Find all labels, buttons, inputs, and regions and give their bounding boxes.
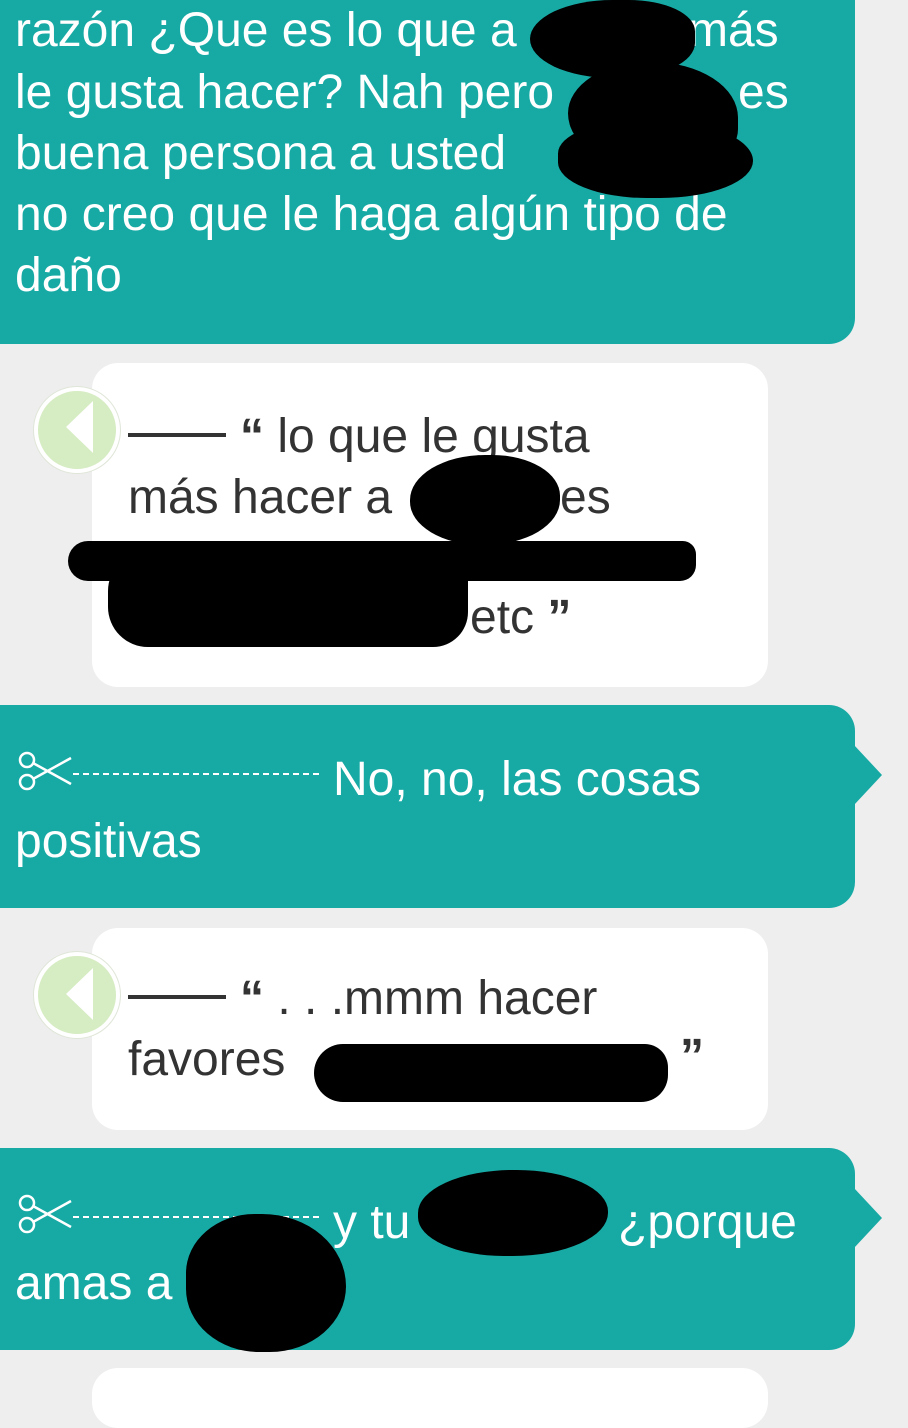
message-text: daño [15, 249, 122, 302]
redaction-mark [558, 120, 753, 198]
bubble-tail [854, 745, 882, 805]
message-text-segment: lo que le gusta [277, 410, 590, 463]
message-text: etc ” [470, 587, 571, 648]
message-text: buena persona a usted [15, 127, 507, 180]
cut-line [73, 773, 319, 776]
message-text: es [738, 66, 789, 119]
open-quote: “ [240, 972, 264, 1025]
scissors-icon [15, 746, 73, 807]
message-text: amas a [15, 1257, 173, 1310]
message-bubble-received[interactable] [92, 1368, 768, 1428]
message-bubble-sent[interactable]: y tu ¿porque amas a [0, 1148, 882, 1352]
message-text: “ . . .mmm hacer [128, 968, 597, 1029]
message-bubble-received[interactable]: “ lo que le gusta más hacer a es etc ” [34, 363, 768, 687]
message-bubble-sent[interactable]: razón ¿Que es lo que a más le gusta hace… [0, 0, 855, 344]
bubble-tail [66, 968, 93, 1020]
close-quote: ” [547, 591, 572, 644]
message-text-segment: y tu [333, 1196, 411, 1249]
message-bubble-received[interactable]: “ . . .mmm hacer favores ” [34, 928, 768, 1130]
redaction-mark [418, 1170, 608, 1256]
redaction-mark [410, 455, 560, 545]
redaction-mark [314, 1044, 668, 1102]
redaction-mark [186, 1214, 346, 1352]
message-text: ¿porque [618, 1196, 797, 1249]
message-bubble-sent[interactable]: No, no, las cosas positivas [0, 705, 882, 908]
em-dash [128, 995, 226, 1000]
message-text: positivas [15, 815, 202, 868]
message-text: más hacer a [128, 471, 393, 524]
message-text: No, no, las cosas [15, 749, 701, 813]
message-text-segment: No, no, las cosas [333, 753, 702, 806]
open-quote: “ [240, 410, 264, 463]
message-text: más [688, 4, 779, 57]
message-text-segment: . . .mmm hacer [277, 972, 598, 1025]
message-text: le gusta hacer? Nah pero [15, 66, 555, 119]
em-dash [128, 433, 226, 438]
bubble-tail [66, 401, 93, 453]
message-text-segment: etc [470, 591, 535, 644]
scissors-icon [15, 1189, 73, 1250]
message-text: es [560, 471, 611, 524]
message-text: favores [128, 1033, 286, 1086]
message-text: razón ¿Que es lo que a [15, 4, 517, 57]
redaction-mark [108, 551, 468, 647]
bubble-tail [854, 1188, 882, 1248]
close-quote: ” [680, 1030, 704, 1083]
